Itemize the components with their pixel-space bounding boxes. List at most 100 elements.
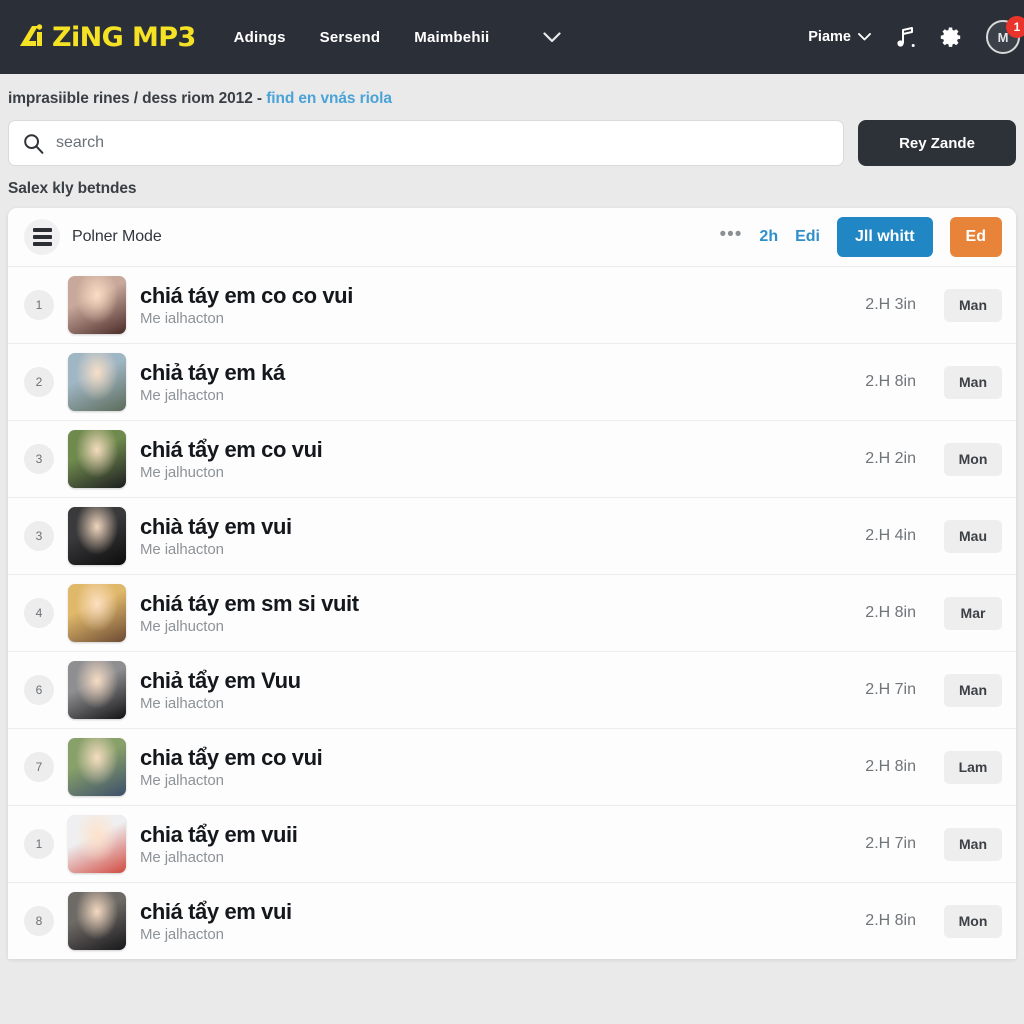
track-subtitle: Me ialhacton bbox=[140, 310, 224, 328]
track-rank: 3 bbox=[24, 444, 54, 474]
search-row: Rey Zande bbox=[0, 114, 1024, 166]
track-subtitle: Me jalhucton bbox=[140, 618, 224, 636]
track-title: chiá tẩy em co vui bbox=[140, 436, 323, 462]
track-thumbnail[interactable] bbox=[68, 661, 126, 719]
track-badge[interactable]: Mon bbox=[944, 442, 1002, 476]
track-subtitle: Me ialhacton bbox=[140, 695, 224, 713]
track-rank: 1 bbox=[24, 290, 54, 320]
logo-text: ZiNG MP3 bbox=[52, 21, 196, 53]
track-duration: 2.H 7in bbox=[865, 835, 916, 852]
top-navigation-bar: ZiNG MP3 Adings Sersend Maimbehii Piame bbox=[0, 0, 1024, 74]
track-row[interactable]: 7 chia tẩy em co vui Me jalhacton 2.H 8in La… bbox=[8, 728, 1016, 805]
track-info: chiá táy em co co vui Me ialhacton bbox=[140, 283, 851, 328]
user-menu[interactable]: Piame bbox=[808, 29, 871, 45]
list-toolbar-actions: ••• 2h Edi Jll whitt Ed bbox=[719, 217, 1002, 257]
track-row[interactable]: 2 chiả táy em ká Me jalhacton 2.H 8in Man bbox=[8, 343, 1016, 420]
track-badge[interactable]: Man bbox=[944, 288, 1002, 322]
track-title: chia tẩy em co vui bbox=[140, 744, 323, 770]
track-thumbnail[interactable] bbox=[68, 507, 126, 565]
track-thumbnail[interactable] bbox=[68, 276, 126, 334]
track-duration: 2.H 8in bbox=[865, 373, 916, 390]
track-badge[interactable]: Mar bbox=[944, 596, 1002, 630]
time-filter-link[interactable]: 2h bbox=[759, 228, 778, 246]
app-logo[interactable]: ZiNG MP3 bbox=[18, 22, 196, 52]
track-info: chiá tẩy em co vui Me jalhucton bbox=[140, 437, 851, 482]
track-thumbnail[interactable] bbox=[68, 738, 126, 796]
breadcrumb-link[interactable]: find en vnás riola bbox=[266, 90, 392, 107]
track-title: chiả táy em ká bbox=[140, 359, 285, 385]
track-title: chià táy em vui bbox=[140, 513, 292, 539]
track-rank: 2 bbox=[24, 367, 54, 397]
track-duration: 2.H 8in bbox=[865, 912, 916, 929]
track-badge[interactable]: Lam bbox=[944, 750, 1002, 784]
track-thumbnail[interactable] bbox=[68, 353, 126, 411]
track-info: chiả tẩy em Vuu Me ialhacton bbox=[140, 668, 851, 713]
user-menu-chevron-down-icon bbox=[858, 29, 871, 45]
track-rank: 4 bbox=[24, 598, 54, 628]
track-title: chia tẩy em vuii bbox=[140, 821, 298, 847]
track-rank: 3 bbox=[24, 521, 54, 551]
track-badge[interactable]: Man bbox=[944, 827, 1002, 861]
track-row[interactable]: 4 chiá táy em sm si vuit Me jalhucton 2.H 8… bbox=[8, 574, 1016, 651]
track-badge[interactable]: Mau bbox=[944, 519, 1002, 553]
track-info: chiá táy em sm si vuit Me jalhucton bbox=[140, 591, 851, 636]
track-thumbnail[interactable] bbox=[68, 815, 126, 873]
track-row[interactable]: 8 chiá tẩy em vui Me jalhacton 2.H 8in Mon bbox=[8, 882, 1016, 959]
nav-link-sersend[interactable]: Sersend bbox=[320, 29, 381, 46]
notification-badge: 1 bbox=[1006, 16, 1024, 38]
music-note-icon[interactable] bbox=[895, 26, 915, 48]
track-duration: 2.H 7in bbox=[865, 681, 916, 698]
breadcrumb: imprasiible rines / dess riom 2012 - fin… bbox=[0, 74, 1024, 114]
edit-link[interactable]: Edi bbox=[795, 228, 820, 246]
search-box[interactable] bbox=[8, 120, 844, 166]
track-row[interactable]: 3 chiá tẩy em co vui Me jalhucton 2.H 2in Mo… bbox=[8, 420, 1016, 497]
primary-nav-links: Adings Sersend Maimbehii bbox=[234, 29, 562, 46]
track-row[interactable]: 1 chiá táy em co co vui Me ialhacton 2.H 3i… bbox=[8, 266, 1016, 343]
track-subtitle: Me jalhacton bbox=[140, 849, 224, 867]
track-subtitle: Me jalhacton bbox=[140, 772, 224, 790]
search-icon bbox=[23, 133, 44, 154]
zing-logo-mark bbox=[18, 22, 52, 52]
nav-more-chevron-down-icon[interactable] bbox=[543, 31, 562, 43]
track-duration: 2.H 8in bbox=[865, 604, 916, 621]
primary-action-button[interactable]: Jll whitt bbox=[836, 217, 933, 257]
track-info: chiả táy em ká Me jalhacton bbox=[140, 360, 851, 405]
search-input[interactable] bbox=[56, 134, 829, 152]
track-rank: 1 bbox=[24, 829, 54, 859]
list-toolbar-title: Polner Mode bbox=[72, 228, 162, 245]
hamburger-menu-icon[interactable] bbox=[24, 219, 60, 255]
more-options-icon[interactable]: ••• bbox=[719, 225, 742, 250]
nav-right-cluster: Piame M 1 bbox=[808, 16, 1024, 54]
track-row[interactable]: 3 chià táy em vui Me ialhacton 2.H 4in Mau bbox=[8, 497, 1016, 574]
track-badge[interactable]: Mon bbox=[944, 904, 1002, 938]
track-title: chiá tẩy em vui bbox=[140, 898, 292, 924]
nav-link-maimbehii[interactable]: Maimbehii bbox=[414, 29, 489, 46]
track-list-card: Polner Mode ••• 2h Edi Jll whitt Ed 1 chi… bbox=[8, 208, 1016, 959]
track-title: chiá táy em co co vui bbox=[140, 282, 353, 308]
track-title: chiá táy em sm si vuit bbox=[140, 590, 359, 616]
track-subtitle: Me ialhacton bbox=[140, 541, 224, 559]
track-rank: 7 bbox=[24, 752, 54, 782]
track-duration: 2.H 8in bbox=[865, 758, 916, 775]
track-subtitle: Me jalhacton bbox=[140, 387, 224, 405]
list-toolbar: Polner Mode ••• 2h Edi Jll whitt Ed bbox=[8, 208, 1016, 266]
track-row[interactable]: 1 chia tẩy em vuii Me jalhacton 2.H 7in Man bbox=[8, 805, 1016, 882]
track-info: chià táy em vui Me ialhacton bbox=[140, 514, 851, 559]
track-thumbnail[interactable] bbox=[68, 892, 126, 950]
gear-icon[interactable] bbox=[939, 26, 962, 49]
track-info: chiá tẩy em vui Me jalhacton bbox=[140, 899, 851, 944]
breadcrumb-text: imprasiible rines / dess riom 2012 - bbox=[8, 90, 267, 107]
avatar[interactable]: M 1 bbox=[986, 16, 1024, 54]
track-thumbnail[interactable] bbox=[68, 430, 126, 488]
track-info: chia tẩy em vuii Me jalhacton bbox=[140, 822, 851, 867]
user-menu-label: Piame bbox=[808, 29, 851, 45]
track-badge[interactable]: Man bbox=[944, 673, 1002, 707]
nav-link-adings[interactable]: Adings bbox=[234, 29, 286, 46]
track-duration: 2.H 2in bbox=[865, 450, 916, 467]
search-submit-button[interactable]: Rey Zande bbox=[858, 120, 1016, 166]
track-badge[interactable]: Man bbox=[944, 365, 1002, 399]
track-thumbnail[interactable] bbox=[68, 584, 126, 642]
track-duration: 2.H 4in bbox=[865, 527, 916, 544]
accent-action-button[interactable]: Ed bbox=[949, 217, 1002, 257]
track-row[interactable]: 6 chiả tẩy em Vuu Me ialhacton 2.H 7in Man bbox=[8, 651, 1016, 728]
